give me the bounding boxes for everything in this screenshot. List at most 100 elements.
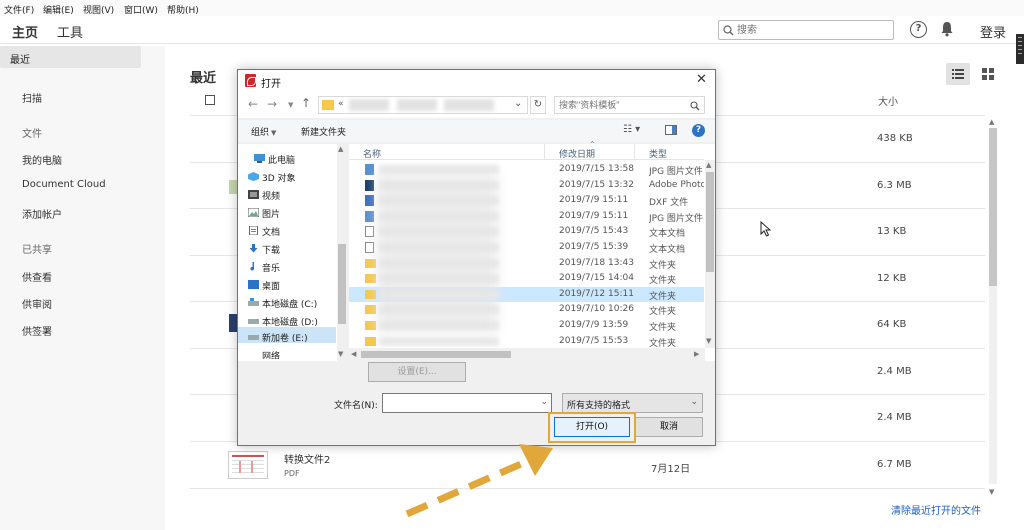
scroll-down-icon[interactable]: ▼	[989, 488, 994, 496]
file-thumbnail[interactable]	[228, 451, 268, 479]
scroll-thumb[interactable]	[706, 172, 714, 272]
sidebar-item-for-review[interactable]: 供查看	[22, 269, 52, 284]
dialog-search-input[interactable]	[559, 99, 684, 111]
menu-window[interactable]: 窗口(W)	[124, 3, 158, 16]
search-box[interactable]	[718, 20, 894, 40]
file-date: 2019/7/18 13:43	[559, 257, 634, 268]
file-type: 文件夹	[649, 307, 677, 318]
nav-item-pictures[interactable]: 图片	[248, 207, 280, 220]
scroll-up-icon[interactable]: ▲	[706, 161, 711, 169]
preview-pane-icon[interactable]	[665, 125, 677, 135]
file-thumbnail	[229, 314, 237, 332]
folder-icon	[365, 321, 376, 330]
sidebar-item-document-cloud[interactable]: Document Cloud	[22, 179, 106, 190]
file-list-vertical-scrollbar[interactable]: ▲ ▼	[705, 160, 715, 348]
tab-home[interactable]: 主页	[9, 22, 41, 49]
scroll-down-icon[interactable]: ▼	[338, 350, 343, 358]
grid-view-icon	[982, 68, 994, 80]
column-header-name[interactable]: 名称	[363, 147, 381, 160]
scroll-thumb[interactable]	[361, 351, 511, 358]
scroll-right-icon[interactable]: ▶	[694, 350, 699, 358]
breadcrumb-item[interactable]	[444, 99, 494, 111]
help-icon[interactable]: ?	[910, 21, 927, 38]
nav-item-downloads[interactable]: 下载	[249, 243, 281, 256]
file-date: 2019/7/15 13:58	[559, 164, 634, 174]
sidebar-item-my-computer[interactable]: 我的电脑	[22, 152, 62, 167]
up-arrow-icon[interactable]: ↑	[301, 96, 311, 110]
nav-item-network[interactable]: 网络	[262, 349, 280, 359]
nav-item-label: 音乐	[262, 264, 281, 274]
list-view-button[interactable]	[946, 63, 970, 85]
file-list-horizontal-scrollbar[interactable]: ◀ ▶	[349, 348, 705, 361]
file-row[interactable]: 2019/7/5 15:53 文件夹	[349, 334, 704, 350]
nav-item-label: 下载	[262, 246, 281, 256]
sidebar-item-recent[interactable]: 最近	[0, 46, 141, 68]
sidebar-item-add-account[interactable]: 添加帐户	[22, 206, 62, 221]
nav-item-drive-c[interactable]: 本地磁盘 (C:)	[248, 297, 317, 310]
file-name[interactable]: 转换文件2	[284, 451, 330, 466]
nav-item-label: 此电脑	[268, 156, 296, 166]
scroll-up-icon[interactable]: ▲	[338, 145, 343, 153]
column-header-type[interactable]: 类型	[649, 147, 667, 160]
search-input[interactable]	[737, 23, 887, 37]
file-type-filter[interactable]: 所有支持的格式 ⌄	[562, 393, 703, 413]
main-scrollbar[interactable]: ▲ ▼	[988, 116, 998, 496]
file-name-redacted	[379, 336, 499, 346]
filename-combobox[interactable]: ⌄	[382, 393, 552, 413]
scroll-up-icon[interactable]: ▲	[989, 118, 994, 126]
nav-scrollbar[interactable]: ▲ ▼	[337, 144, 347, 361]
login-button[interactable]: 登录	[980, 22, 1006, 41]
dialog-titlebar[interactable]: 打开 ✕	[238, 70, 715, 92]
nav-item-music[interactable]: 音乐	[250, 261, 281, 274]
nav-item-3d-objects[interactable]: 3D 对象	[248, 171, 296, 184]
nav-item-documents[interactable]: 文档	[249, 225, 280, 238]
tab-tools[interactable]: 工具	[57, 22, 83, 41]
search-icon	[690, 101, 700, 111]
nav-item-this-pc[interactable]: 此电脑	[254, 153, 296, 166]
nav-item-drive-d[interactable]: 本地磁盘 (D:)	[248, 315, 318, 328]
recent-locations-icon[interactable]: ▼	[288, 101, 293, 109]
clear-recent-link[interactable]: 清除最近打开的文件	[891, 502, 981, 517]
scroll-down-icon[interactable]: ▼	[706, 337, 711, 345]
help-icon[interactable]: ?	[692, 124, 705, 137]
back-arrow-icon[interactable]: ←	[248, 97, 258, 111]
column-header-size[interactable]: 大小	[878, 93, 898, 108]
nav-item-videos[interactable]: 视频	[248, 189, 280, 202]
settings-button[interactable]: 设置(E)...	[368, 362, 466, 382]
grid-view-button[interactable]	[976, 63, 1000, 85]
sidebar-item-for-sign[interactable]: 供签署	[22, 323, 52, 338]
nav-item-drive-e[interactable]: 新加卷 (E:)	[248, 331, 308, 344]
scroll-left-icon[interactable]: ◀	[351, 350, 356, 358]
forward-arrow-icon[interactable]: →	[267, 97, 277, 111]
scroll-thumb[interactable]	[338, 244, 346, 324]
chevron-down-icon[interactable]: ⌄	[540, 397, 548, 407]
select-all-checkbox[interactable]	[205, 95, 215, 105]
nav-item-desktop[interactable]: 桌面	[248, 279, 280, 292]
sidebar-item-for-approve[interactable]: 供审阅	[22, 296, 52, 311]
cancel-button[interactable]: 取消	[635, 417, 703, 437]
sidebar-item-scan[interactable]: 扫描	[22, 90, 42, 105]
menu-file[interactable]: 文件(F)	[4, 3, 34, 16]
close-button[interactable]: ✕	[696, 72, 707, 87]
refresh-icon[interactable]: ↻	[530, 96, 546, 114]
menu-view[interactable]: 视图(V)	[83, 3, 114, 16]
change-view-icon[interactable]: ☷ ▾	[623, 124, 640, 135]
menu-bar: 文件(F) 编辑(E) 视图(V) 窗口(W) 帮助(H)	[0, 0, 1024, 16]
address-bar[interactable]: « ⌄	[318, 96, 528, 114]
breadcrumb-overflow[interactable]: «	[338, 99, 344, 109]
menu-edit[interactable]: 编辑(E)	[43, 3, 74, 16]
filename-input[interactable]	[386, 397, 536, 410]
annotation-arrow-icon	[405, 444, 553, 518]
column-divider[interactable]	[544, 144, 545, 160]
organize-button[interactable]: 组织 ▼	[251, 125, 276, 138]
new-folder-button[interactable]: 新建文件夹	[301, 125, 346, 138]
chevron-down-icon[interactable]: ⌄	[514, 98, 522, 109]
menu-help[interactable]: 帮助(H)	[167, 3, 199, 16]
column-divider[interactable]	[634, 144, 635, 160]
breadcrumb-item[interactable]	[349, 99, 389, 111]
scroll-thumb[interactable]	[989, 128, 997, 286]
bell-icon[interactable]	[940, 21, 954, 37]
breadcrumb-item[interactable]	[397, 99, 437, 111]
dialog-search-box[interactable]	[554, 96, 705, 114]
open-button[interactable]: 打开(O)	[554, 417, 630, 437]
